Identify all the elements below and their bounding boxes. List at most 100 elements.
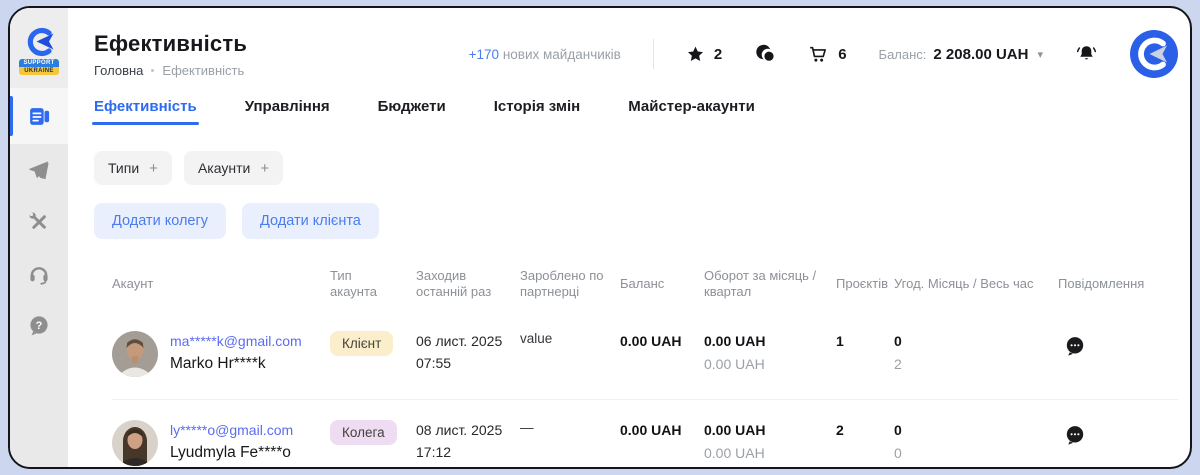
filter-accounts[interactable]: Акаунти + — [184, 151, 283, 185]
accounts-table: Акаунт Тип акаунта Заходив останній раз … — [94, 257, 1178, 467]
account-name: Marko Hr****k — [170, 355, 302, 373]
header-right: +170 нових майданчиків 2 — [469, 30, 1178, 78]
partner-earned-cell: value — [520, 331, 620, 346]
chevron-down-icon: ▾ — [1037, 48, 1043, 61]
breadcrumb: Головна Ефективність — [94, 63, 354, 78]
document-feed-icon — [27, 104, 52, 129]
table-header: Акаунт Тип акаунта Заходив останній раз … — [112, 257, 1178, 311]
breadcrumb-separator — [151, 69, 154, 72]
col-account-type: Тип акаунта — [330, 268, 416, 301]
deals-cell: 0 0 — [894, 420, 1058, 464]
support-ukraine-badge: SUPPORT UKRAINE — [19, 59, 59, 75]
star-icon — [686, 45, 705, 64]
svg-text:?: ? — [36, 320, 43, 332]
account-email[interactable]: ma*****k@gmail.com — [170, 331, 302, 351]
breadcrumb-home[interactable]: Головна — [94, 63, 143, 78]
main-content: Ефективність Головна Ефективність +170 н… — [68, 8, 1190, 467]
turnover-cell: 0.00 UAH 0.00 UAH — [704, 331, 836, 375]
account-identity: ma*****k@gmail.com Marko Hr****k — [170, 331, 302, 373]
tab-management[interactable]: Управління — [245, 98, 330, 125]
notification-bell-icon — [1075, 43, 1098, 66]
new-sites-link[interactable]: +170 нових майданчиків — [469, 47, 621, 62]
tab-efficiency[interactable]: Ефективність — [94, 98, 197, 125]
type-cell: Колега — [330, 420, 416, 445]
cart-counter[interactable]: 6 — [808, 44, 846, 65]
headset-icon — [27, 262, 51, 286]
filter-row: Типи + Акаунти + — [94, 151, 1178, 185]
cart-count: 6 — [838, 46, 846, 63]
message-bubble-icon[interactable] — [1064, 335, 1086, 357]
account-email[interactable]: ly*****o@gmail.com — [170, 420, 293, 440]
col-deals: Угод. Місяць / Весь час — [894, 276, 1058, 292]
add-colleague-button[interactable]: Додати колегу — [94, 203, 226, 239]
table-row: ma*****k@gmail.com Marko Hr****k Клієнт … — [112, 311, 1178, 400]
sidebar: SUPPORT UKRAINE — [10, 8, 68, 467]
account-type-badge: Клієнт — [330, 331, 393, 356]
breadcrumb-current: Ефективність — [162, 63, 244, 78]
sidebar-item-help[interactable]: ? — [10, 300, 68, 352]
app-logo[interactable]: SUPPORT UKRAINE — [10, 8, 68, 88]
filter-types[interactable]: Типи + — [94, 151, 172, 185]
tab-budgets[interactable]: Бюджети — [378, 98, 446, 125]
turnover-cell: 0.00 UAH 0.00 UAH — [704, 420, 836, 464]
chats-button[interactable] — [754, 43, 776, 65]
sidebar-item-feed[interactable] — [10, 88, 68, 144]
account-cell: ma*****k@gmail.com Marko Hr****k — [112, 331, 330, 377]
projects-cell: 1 — [836, 331, 894, 352]
balance-value: 2 208.00 UAH — [933, 46, 1028, 63]
col-turnover: Оборот за місяць / квартал — [704, 268, 836, 301]
balance-cell: 0.00 UAH — [620, 331, 704, 352]
projects-cell: 2 — [836, 420, 894, 441]
header-divider — [653, 39, 654, 69]
type-cell: Клієнт — [330, 331, 416, 356]
add-client-button[interactable]: Додати клієнта — [242, 203, 379, 239]
col-balance: Баланс — [620, 276, 704, 292]
plus-icon: + — [260, 160, 269, 177]
favorites-counter[interactable]: 2 — [686, 45, 722, 64]
paper-plane-icon — [27, 158, 51, 182]
col-account: Акаунт — [112, 276, 330, 292]
partner-earned-cell: — — [520, 420, 620, 435]
chat-icon — [754, 43, 776, 65]
deals-cell: 0 2 — [894, 331, 1058, 375]
messages-cell — [1058, 420, 1178, 446]
balance-label: Баланс: — [879, 47, 927, 62]
sidebar-item-support[interactable] — [10, 248, 68, 300]
last-visit-cell: 06 лист. 2025 07:55 — [416, 331, 520, 374]
balance-dropdown[interactable]: Баланс: 2 208.00 UAH ▾ — [879, 46, 1043, 63]
sidebar-item-tools[interactable] — [10, 196, 68, 248]
tab-master-accounts[interactable]: Майстер-акаунти — [628, 98, 755, 125]
balance-cell: 0.00 UAH — [620, 420, 704, 441]
page-header: Ефективність Головна Ефективність +170 н… — [94, 8, 1178, 78]
profile-logo-button[interactable] — [1130, 30, 1178, 78]
account-identity: ly*****o@gmail.com Lyudmyla Fe****o — [170, 420, 293, 462]
messages-cell — [1058, 331, 1178, 357]
avatar — [112, 420, 158, 466]
last-visit-cell: 08 лист. 2025 17:12 — [416, 420, 520, 463]
action-row: Додати колегу Додати клієнта — [94, 203, 1178, 239]
title-block: Ефективність Головна Ефективність — [94, 31, 354, 78]
tab-change-history[interactable]: Історія змін — [494, 98, 580, 125]
cart-icon — [808, 44, 829, 65]
tools-icon — [27, 210, 51, 234]
col-partner-earned: Зароблено по партнерці — [520, 268, 620, 301]
profile-logo-icon — [1130, 30, 1178, 78]
question-bubble-icon: ? — [27, 314, 51, 338]
account-cell: ly*****o@gmail.com Lyudmyla Fe****o — [112, 420, 330, 466]
app-window: SUPPORT UKRAINE — [8, 6, 1192, 469]
tab-bar: Ефективність Управління Бюджети Історія … — [94, 98, 1178, 125]
table-row: ly*****o@gmail.com Lyudmyla Fe****o Коле… — [112, 400, 1178, 467]
page-title: Ефективність — [94, 31, 354, 57]
plus-icon: + — [149, 160, 158, 177]
message-bubble-icon[interactable] — [1064, 424, 1086, 446]
col-projects: Проєктів — [836, 276, 894, 292]
brand-c-arrow-icon — [22, 27, 56, 57]
avatar — [112, 331, 158, 377]
favorites-count: 2 — [714, 46, 722, 63]
col-messages: Повідомлення — [1058, 276, 1178, 292]
account-type-badge: Колега — [330, 420, 397, 445]
account-name: Lyudmyla Fe****o — [170, 444, 293, 462]
col-last-visit: Заходив останній раз — [416, 268, 520, 301]
notifications-button[interactable] — [1075, 43, 1098, 66]
sidebar-item-messenger[interactable] — [10, 144, 68, 196]
